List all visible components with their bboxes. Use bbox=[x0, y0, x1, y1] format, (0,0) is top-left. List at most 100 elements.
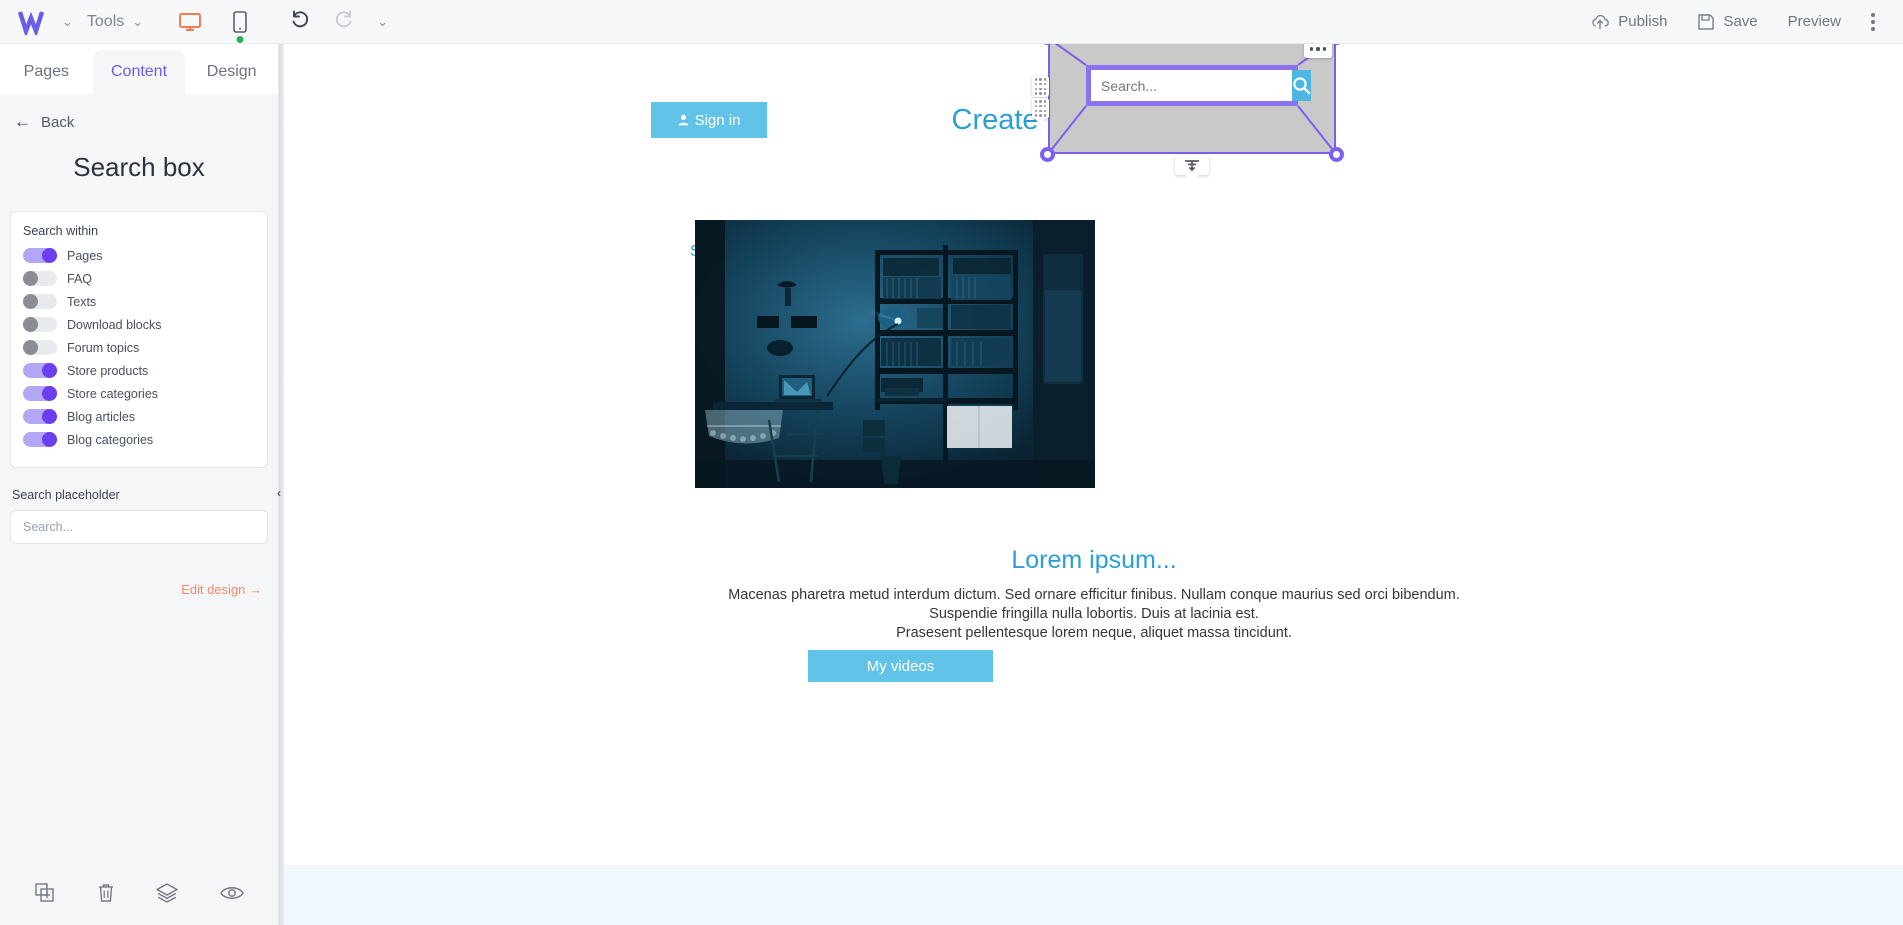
search-placeholder-value: Search... bbox=[23, 520, 74, 534]
toggle-knob bbox=[42, 363, 57, 378]
search-placeholder-label: Search placeholder bbox=[12, 488, 120, 502]
layers-button[interactable] bbox=[155, 882, 179, 909]
toggle-knob bbox=[23, 317, 38, 332]
eye-icon bbox=[220, 886, 244, 899]
user-icon bbox=[678, 114, 688, 126]
sign-in-button[interactable]: Sign in bbox=[651, 102, 767, 138]
align-icon bbox=[1185, 160, 1199, 171]
device-switcher bbox=[175, 7, 255, 43]
publish-label: Publish bbox=[1618, 13, 1668, 30]
toggle-download-blocks[interactable] bbox=[23, 317, 57, 332]
toggle-label: Download blocks bbox=[67, 317, 162, 332]
toggle-label: Blog articles bbox=[67, 409, 136, 424]
resize-handle-bottom-left[interactable] bbox=[1040, 147, 1055, 162]
widget-more-options-button[interactable] bbox=[1304, 44, 1332, 58]
save-floppy-icon bbox=[1698, 13, 1715, 30]
mobile-view-button[interactable] bbox=[225, 7, 255, 43]
toggle-blog-categories[interactable] bbox=[23, 432, 57, 447]
lorem-line: Prasesent pellentesque lorem neque, aliq… bbox=[896, 625, 1292, 642]
toggle-row-faq[interactable]: FAQ bbox=[23, 269, 255, 288]
toggle-forum-topics[interactable] bbox=[23, 340, 57, 355]
preview-eye-button[interactable] bbox=[219, 883, 245, 908]
toggle-store-products[interactable] bbox=[23, 363, 57, 378]
redo-icon bbox=[336, 10, 352, 28]
duplicate-button[interactable] bbox=[34, 882, 56, 909]
search-input[interactable] bbox=[1091, 70, 1292, 101]
toggle-texts[interactable] bbox=[23, 294, 57, 309]
layers-icon bbox=[156, 882, 179, 903]
logo-group[interactable]: ⌄ bbox=[0, 9, 73, 38]
dot bbox=[1322, 47, 1327, 51]
back-label: Back bbox=[41, 113, 75, 131]
drag-handle-icon bbox=[1034, 78, 1047, 95]
toggle-store-categories[interactable] bbox=[23, 386, 57, 401]
toggle-row-pages[interactable]: Pages bbox=[23, 246, 255, 265]
tab-pages[interactable]: Pages bbox=[0, 50, 93, 94]
undo-button[interactable] bbox=[289, 8, 311, 35]
widget-align-button[interactable] bbox=[1175, 155, 1209, 175]
undo-icon bbox=[292, 10, 309, 28]
toggle-row-forum-topics[interactable]: Forum topics bbox=[23, 338, 255, 357]
collapse-panel-button[interactable]: ‹ bbox=[272, 480, 286, 506]
dot bbox=[1316, 47, 1320, 51]
save-button[interactable]: Save bbox=[1685, 7, 1769, 37]
toggle-knob bbox=[23, 271, 38, 286]
sign-in-label: Sign in bbox=[694, 111, 741, 129]
tab-content[interactable]: Content bbox=[92, 50, 186, 94]
preview-button[interactable]: Preview bbox=[1776, 7, 1853, 36]
toggle-knob bbox=[42, 432, 57, 447]
tools-menu[interactable]: Tools ⌄ bbox=[73, 0, 157, 44]
back-button[interactable]: ← Back bbox=[0, 94, 278, 132]
lorem-line: Suspendie fringilla nulla lobortis. Duis… bbox=[929, 606, 1259, 623]
my-videos-button[interactable]: My videos bbox=[808, 650, 993, 682]
redo-button[interactable] bbox=[333, 8, 355, 35]
lorem-paragraph[interactable]: Macenas pharetra metud interdum dictum. … bbox=[524, 586, 1664, 643]
history-chevron-down-icon[interactable]: ⌄ bbox=[377, 15, 388, 28]
trash-icon bbox=[98, 883, 113, 902]
toggle-row-download-blocks[interactable]: Download blocks bbox=[23, 315, 255, 334]
toggle-faq[interactable] bbox=[23, 271, 57, 286]
toggle-knob bbox=[23, 340, 38, 355]
tools-label: Tools bbox=[86, 12, 125, 30]
search-placeholder-field[interactable]: Search... bbox=[10, 510, 268, 544]
edit-design-link[interactable]: Edit design → bbox=[0, 582, 278, 597]
toggle-blog-articles[interactable] bbox=[23, 409, 57, 424]
toggle-pages[interactable] bbox=[23, 248, 57, 263]
toggle-row-blog-articles[interactable]: Blog articles bbox=[23, 407, 255, 426]
site-canvas: Sign in Create a video website SiteW tut… bbox=[284, 44, 1903, 925]
toggle-label: Texts bbox=[67, 294, 97, 309]
drag-handle-icon bbox=[1034, 100, 1047, 117]
search-box-widget[interactable] bbox=[1086, 65, 1311, 106]
toggle-row-texts[interactable]: Texts bbox=[23, 292, 255, 311]
toggle-row-blog-categories[interactable]: Blog categories bbox=[23, 430, 255, 449]
publish-button[interactable]: Publish bbox=[1578, 7, 1679, 37]
top-toolbar: ⌄ Tools ⌄ ⌄ Publish Save Preview bbox=[0, 0, 1903, 44]
resize-handle-bottom-right[interactable] bbox=[1329, 147, 1344, 162]
search-submit-button[interactable] bbox=[1292, 70, 1311, 101]
dot bbox=[1309, 47, 1314, 51]
delete-button[interactable] bbox=[96, 882, 116, 909]
lorem-line: Macenas pharetra metud interdum dictum. … bbox=[728, 587, 1460, 603]
more-options-button[interactable] bbox=[1859, 5, 1887, 39]
chevron-down-icon: ⌄ bbox=[132, 14, 144, 29]
toggle-label: Blog categories bbox=[67, 432, 154, 447]
publish-cloud-icon bbox=[1592, 14, 1610, 29]
history-controls: ⌄ bbox=[289, 8, 388, 35]
desktop-view-button[interactable] bbox=[175, 7, 205, 37]
duplicate-icon bbox=[35, 882, 54, 902]
toggle-label: Store products bbox=[67, 363, 149, 378]
lorem-heading[interactable]: Lorem ipsum... bbox=[624, 546, 1564, 575]
toggle-row-store-categories[interactable]: Store categories bbox=[23, 384, 255, 403]
hero-image[interactable] bbox=[695, 220, 1095, 488]
app-root: ⌄ Tools ⌄ ⌄ Publish Save Preview Pages C… bbox=[0, 0, 1903, 925]
toggle-row-store-products[interactable]: Store products bbox=[23, 361, 255, 380]
tab-design[interactable]: Design bbox=[185, 50, 279, 94]
save-label: Save bbox=[1723, 13, 1758, 30]
laptop bbox=[775, 375, 821, 403]
widget-drag-handle-bottom[interactable] bbox=[1032, 98, 1049, 124]
back-arrow-icon: ← bbox=[14, 112, 31, 131]
widget-drag-handle-top[interactable] bbox=[1032, 76, 1049, 97]
selected-search-widget[interactable] bbox=[1032, 44, 1344, 175]
logo-chevron-down-icon[interactable]: ⌄ bbox=[62, 15, 73, 28]
kebab-dot bbox=[1871, 12, 1875, 17]
